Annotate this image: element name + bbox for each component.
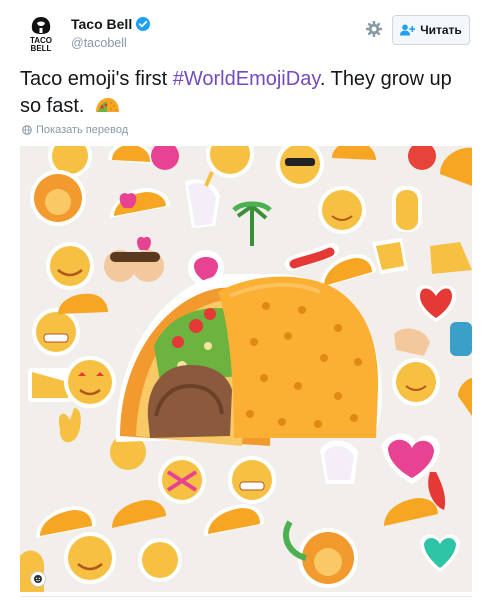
smiley-icon [34, 575, 42, 583]
author-handle[interactable]: @tacobell [71, 36, 127, 50]
avatar[interactable]: TACO BELL [20, 14, 62, 56]
follow-user-icon [400, 24, 416, 36]
follow-button-label: Читать [420, 23, 462, 37]
divider [20, 596, 472, 597]
translate-label: Показать перевод [36, 124, 129, 136]
tweet-text: Taco emoji's first #WorldEmojiDay. They … [20, 66, 465, 120]
emoji-badge-icon[interactable] [30, 571, 46, 587]
author-name[interactable]: Taco Bell [71, 16, 132, 32]
tweet-image[interactable] [20, 146, 472, 592]
hashtag-link[interactable]: #WorldEmojiDay [173, 68, 320, 90]
taco-bell-logo-icon: TACO BELL [30, 17, 52, 53]
globe-icon [22, 125, 32, 135]
tweet-card: TACO BELL Taco Bell @tacobell Читать Tac… [0, 0, 485, 602]
verified-badge-icon [136, 17, 151, 31]
gear-icon[interactable] [365, 20, 383, 38]
follow-button[interactable]: Читать [392, 15, 470, 45]
author-name-row[interactable]: Taco Bell [71, 16, 151, 32]
translate-link[interactable]: Показать перевод [22, 124, 128, 136]
taco-emoji-icon [96, 98, 120, 112]
svg-text:BELL: BELL [31, 44, 52, 53]
emoji-taco-illustration [20, 146, 472, 592]
tweet-text-start: Taco emoji's first [20, 68, 173, 90]
